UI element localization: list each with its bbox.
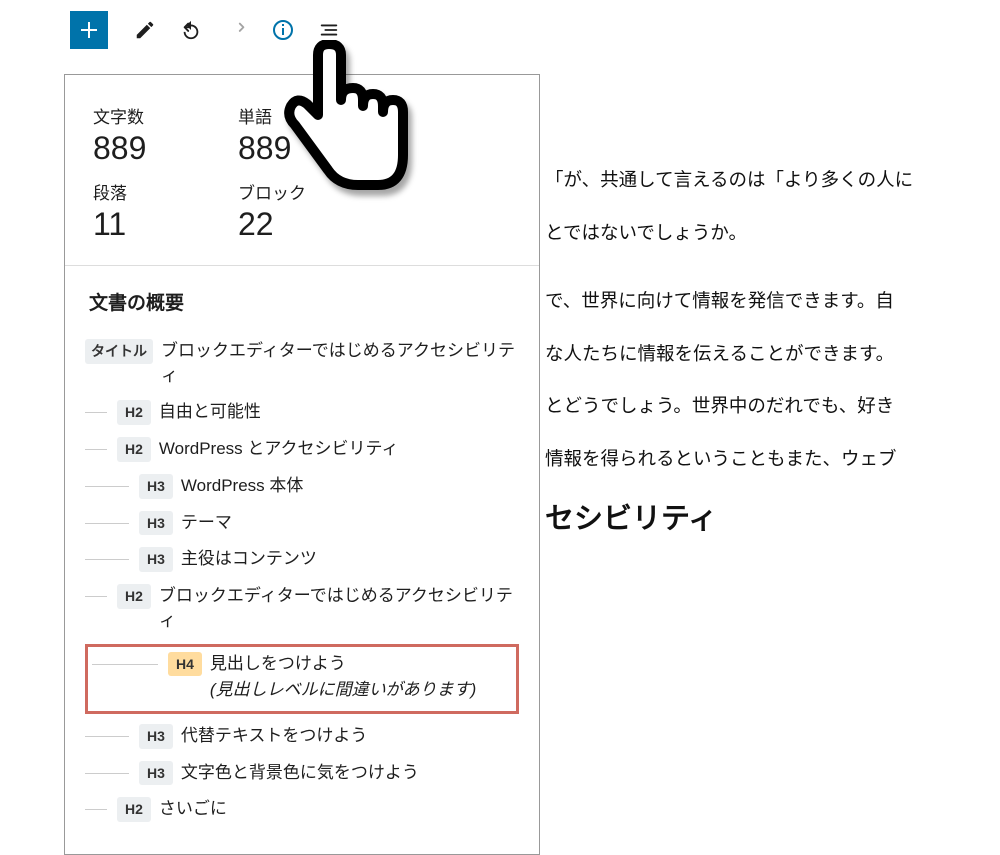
heading-tag: H2 (117, 400, 151, 425)
outline-text: さいごに (159, 797, 519, 822)
outline-item-h2[interactable]: H2 ブロックエディターではじめるアクセシビリティ (85, 578, 519, 639)
tree-line (85, 596, 107, 597)
stat-label: 文字数 (93, 103, 238, 128)
tree-line (85, 449, 107, 450)
tree-line (85, 809, 107, 810)
pencil-icon (134, 19, 156, 41)
outline-item-h2[interactable]: H2 さいごに (85, 791, 519, 828)
plus-icon (77, 18, 101, 42)
tree-line (85, 486, 129, 487)
title-tag: タイトル (85, 339, 153, 364)
stat-paragraphs: 段落 11 (93, 179, 238, 243)
outline-text: テーマ (181, 511, 519, 536)
outline-warning-highlight: H4 見出しをつけよう (見出しレベルに間違いがあります) (85, 644, 519, 714)
redo-icon (226, 19, 248, 41)
heading-tag: H3 (139, 761, 173, 786)
outline-item-h2[interactable]: H2 自由と可能性 (85, 394, 519, 431)
outline-item-title[interactable]: タイトル ブロックエディターではじめるアクセシビリティ (85, 333, 519, 394)
undo-button[interactable] (172, 11, 210, 49)
tree-line (85, 736, 129, 737)
undo-icon (180, 19, 202, 41)
tree-line (85, 412, 107, 413)
article-line: 「が、共通して言えるのは「より多くの人に (545, 160, 970, 203)
outline-text: 代替テキストをつけよう (181, 724, 519, 749)
stat-label: 段落 (93, 179, 238, 204)
pointing-hand-icon (283, 40, 423, 215)
article-body: 「が、共通して言えるのは「より多くの人に とではないでしょうか。 で、世界に向け… (545, 160, 970, 491)
outline-text: WordPress とアクセシビリティ (159, 437, 519, 462)
outline-text: 自由と可能性 (159, 400, 519, 425)
article-line: 情報を得られるということもまた、ウェブ (545, 439, 970, 482)
article-line: とどうでしょう。世界中のだれでも、好き (545, 386, 970, 429)
heading-tag-warning: H4 (168, 652, 202, 677)
outline-text: ブロックエディターではじめるアクセシビリティ (159, 584, 519, 633)
outline-heading-text: 見出しをつけよう (210, 654, 346, 673)
heading-tag: H2 (117, 797, 151, 822)
outline-text: 見出しをつけよう (見出しレベルに間違いがあります) (210, 652, 512, 703)
info-icon (271, 18, 295, 42)
outline-item-h3[interactable]: H3 代替テキストをつけよう (85, 718, 519, 755)
tools-button[interactable] (126, 11, 164, 49)
outline-text: ブロックエディターではじめるアクセシビリティ (161, 339, 519, 388)
tree-line (85, 773, 129, 774)
heading-tag: H3 (139, 724, 173, 749)
outline-heading: 文書の概要 (85, 288, 519, 315)
list-icon (318, 19, 340, 41)
heading-tag: H2 (117, 437, 151, 462)
outline-text: WordPress 本体 (181, 474, 519, 499)
outline-warning-message: (見出しレベルに間違いがあります) (210, 678, 512, 703)
outline-item-h3[interactable]: H3 テーマ (85, 505, 519, 542)
tree-line (85, 523, 129, 524)
heading-tag: H3 (139, 547, 173, 572)
outline-list: タイトル ブロックエディターではじめるアクセシビリティ H2 自由と可能性 H2… (85, 333, 519, 828)
stat-characters: 文字数 889 (93, 103, 238, 167)
outline-text: 主役はコンテンツ (181, 547, 519, 572)
outline-item-h3[interactable]: H3 WordPress 本体 (85, 468, 519, 505)
article-line: で、世界に向けて情報を発信できます。自 (545, 281, 970, 324)
outline-item-h3[interactable]: H3 主役はコンテンツ (85, 541, 519, 578)
document-outline: 文書の概要 タイトル ブロックエディターではじめるアクセシビリティ H2 自由と… (65, 266, 539, 854)
add-block-button[interactable] (70, 11, 108, 49)
article-line: な人たちに情報を伝えることができます。 (545, 334, 970, 377)
outline-item-h2[interactable]: H2 WordPress とアクセシビリティ (85, 431, 519, 468)
heading-tag: H2 (117, 584, 151, 609)
article-line: とではないでしょうか。 (545, 213, 970, 256)
stat-value: 889 (93, 130, 238, 167)
tree-line (85, 559, 129, 560)
stat-value: 11 (93, 206, 238, 243)
heading-tag: H3 (139, 474, 173, 499)
redo-button[interactable] (218, 11, 256, 49)
outline-text: 文字色と背景色に気をつけよう (181, 761, 519, 786)
article-section-heading: セシビリティ (545, 495, 717, 537)
editor-toolbar (0, 0, 1000, 60)
heading-tag: H3 (139, 511, 173, 536)
tree-line (92, 664, 158, 665)
outline-item-h3[interactable]: H3 文字色と背景色に気をつけよう (85, 755, 519, 792)
outline-item-h4-warning[interactable]: H4 見出しをつけよう (見出しレベルに間違いがあります) (92, 652, 512, 703)
